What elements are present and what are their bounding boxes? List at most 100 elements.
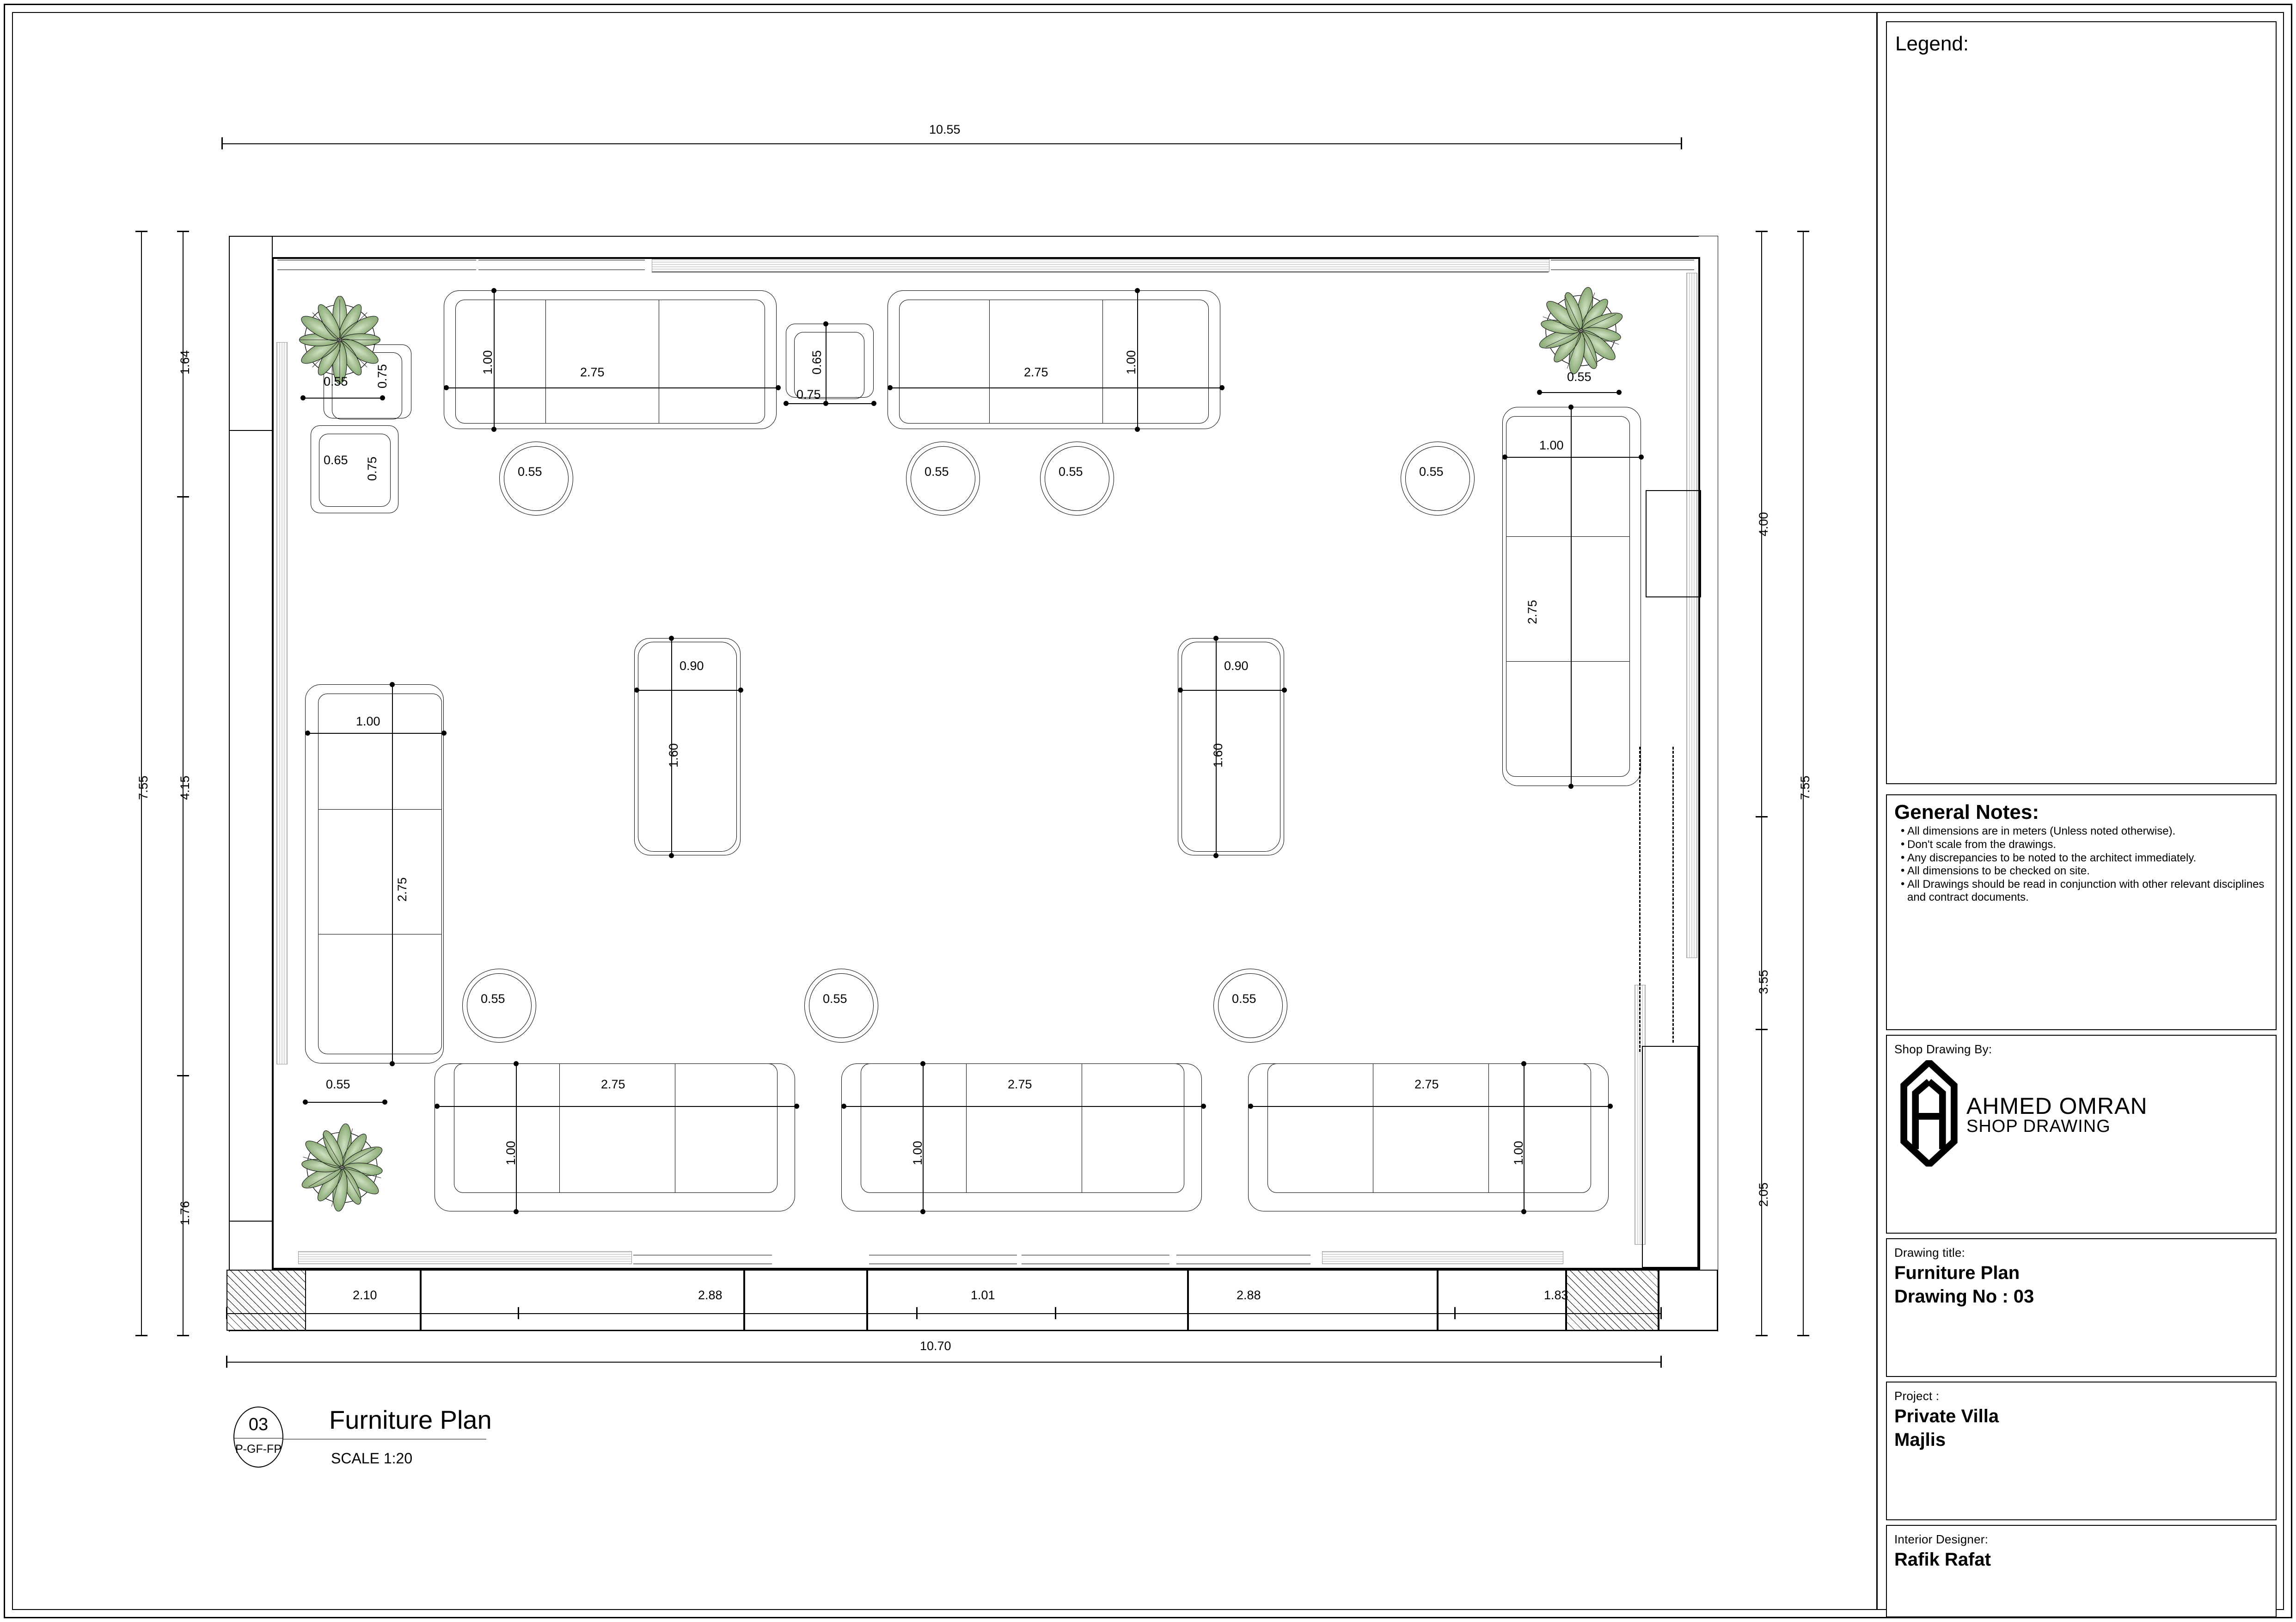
sofa-top-left-seat[interactable]: [455, 300, 765, 424]
dim-line: [637, 690, 741, 691]
dashed-line-a: [1639, 747, 1641, 1052]
plan-title: Furniture Plan: [329, 1405, 492, 1434]
note-item: All dimensions are in meters (Unless not…: [1901, 824, 2269, 838]
plan-scale: SCALE 1:20: [331, 1450, 413, 1467]
note-item: All Drawings should be read in conjuncti…: [1901, 878, 2269, 904]
interior-designer-panel: Interior Designer: Rafik Rafat: [1886, 1525, 2277, 1617]
planter-top-left[interactable]: [296, 295, 384, 384]
sofa-right-seat[interactable]: [1506, 416, 1630, 777]
drawing-title-label: Drawing title:: [1894, 1246, 1965, 1260]
dim-dot: [1568, 405, 1574, 410]
dim-tick: [1797, 1335, 1809, 1336]
dim-stool-4: 0.55: [1419, 465, 1444, 479]
dim-dot: [1639, 455, 1644, 460]
legend-panel: Legend:: [1886, 21, 2277, 784]
side-table-d-top[interactable]: [319, 434, 391, 507]
wall-pier-hatch-right: [1566, 1270, 1659, 1331]
brand-text: AHMED OMRAN SHOP DRAWING: [1966, 1094, 2148, 1135]
dim-dot: [669, 853, 674, 858]
sofa-cushion-div: [1506, 536, 1630, 537]
planter-top-right[interactable]: [1537, 287, 1625, 375]
dim-sidetable-a-depth: 0.65: [810, 350, 824, 375]
dim-dot: [390, 682, 395, 687]
dim-dot: [1219, 385, 1225, 390]
dim-dot: [823, 321, 828, 326]
dim-sofa-right-w: 1.00: [1539, 438, 1564, 452]
dim-coffee-right-d: 1.60: [1211, 743, 1225, 768]
dim-top-overall-label: 10.55: [929, 123, 961, 136]
dim-dot: [1616, 390, 1622, 395]
dim-dot: [823, 401, 828, 406]
sofa-top-right-seat[interactable]: [899, 300, 1209, 424]
general-notes-panel: General Notes: All dimensions are in met…: [1886, 794, 2277, 1030]
sofa-left-seat[interactable]: [318, 694, 442, 1054]
dim-tick: [518, 1307, 519, 1319]
dim-dot: [1135, 427, 1140, 432]
dim-tick: [1055, 1307, 1056, 1319]
dim-tick: [1660, 1356, 1662, 1368]
plan-callout-bubble[interactable]: 03 P-GF-FP: [233, 1407, 283, 1468]
dim-sofa-tl-depth: 1.00: [481, 350, 495, 375]
dim-dot: [1135, 288, 1140, 293]
dim-dot: [1201, 1104, 1206, 1109]
dim-dot: [1502, 455, 1507, 460]
sofa-cushion-div: [1506, 661, 1630, 662]
dim-dot: [920, 1209, 925, 1214]
dim-planter-tr: 0.55: [1567, 370, 1592, 384]
dim-line: [844, 1106, 1203, 1107]
dim-bottom-overall-line: [227, 1362, 1661, 1363]
dim-line: [305, 1102, 385, 1103]
wall-left-outer: [229, 236, 230, 1332]
right-niche-upper-box: [1646, 490, 1701, 597]
dim-tick: [135, 231, 147, 232]
dim-left-overall-label: 7.55: [136, 775, 150, 800]
dim-line: [446, 387, 778, 388]
dim-sofa-left-w: 1.00: [356, 714, 380, 728]
interior-designer-value: Rafik Rafat: [1894, 1549, 1991, 1570]
dim-right-chain-line: [1761, 231, 1762, 1336]
dim-tick: [177, 496, 189, 498]
note-item: Don't scale from the drawings.: [1901, 838, 2269, 851]
dim-dot: [382, 1100, 387, 1105]
dim-dot: [390, 1061, 395, 1066]
dim-dot: [303, 1100, 308, 1105]
dim-coffee-right-w: 0.90: [1224, 659, 1249, 673]
ahmed-omran-monogram-icon: [1899, 1057, 1959, 1169]
dim-line: [1137, 290, 1138, 429]
general-notes-heading: General Notes:: [1894, 801, 2039, 823]
project-label: Project :: [1894, 1389, 1940, 1403]
dim-line: [1505, 457, 1641, 458]
dim-left-1: 1.64: [178, 350, 192, 375]
dim-dot: [1521, 1061, 1526, 1066]
dim-stool-1: 0.55: [518, 465, 542, 479]
dim-tick: [177, 231, 189, 232]
dim-top-overall-line: [222, 143, 1682, 144]
dim-line: [923, 1063, 924, 1211]
drawing-sheet: 10.55 1.00 2.75 2.75 1.00 0.65 0.75 0.75…: [0, 0, 2296, 1622]
planter-bottom-left[interactable]: [298, 1123, 386, 1212]
dim-planter-tl: 0.55: [324, 375, 348, 388]
dim-right-3: 2.05: [1757, 1182, 1770, 1207]
dim-sofa-b2-w: 2.75: [1008, 1077, 1032, 1091]
wall-pier-hatch-left: [227, 1270, 306, 1331]
note-item: All dimensions to be checked on site.: [1901, 864, 2269, 878]
wall-right-lower: [1698, 980, 1700, 1270]
wall-left-jog-bottom: [229, 1221, 273, 1222]
dim-line: [1216, 638, 1217, 855]
dim-line: [494, 290, 495, 429]
coffee-table-left-top[interactable]: [638, 642, 737, 852]
dim-dot: [305, 731, 310, 736]
dim-tick: [1756, 816, 1768, 817]
coffee-table-right-top[interactable]: [1182, 642, 1280, 852]
dim-tick: [177, 1075, 189, 1076]
brand-logo-row: AHMED OMRAN SHOP DRAWING: [1887, 1057, 2276, 1169]
dim-dot: [669, 636, 674, 641]
bottom-wall-panel-3: [867, 1270, 1188, 1331]
dim-stool-5: 0.55: [481, 992, 505, 1006]
dim-sidetable-a-width: 0.75: [796, 387, 821, 401]
dim-stool-2: 0.55: [925, 465, 949, 479]
drawing-title-panel: Drawing title: Furniture Plan Drawing No…: [1886, 1238, 2277, 1377]
sofa-cushion-div: [559, 1063, 560, 1193]
dim-tick: [1756, 1335, 1768, 1336]
dim-dot: [1178, 688, 1183, 693]
